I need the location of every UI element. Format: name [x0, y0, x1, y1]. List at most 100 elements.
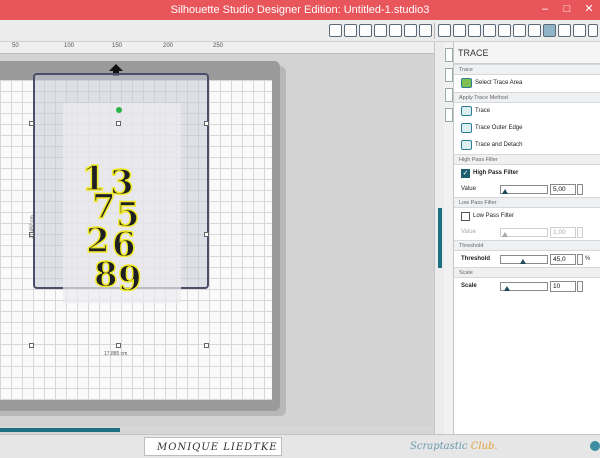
panel-side-tabs — [444, 42, 454, 434]
horizontal-scroll-thumb[interactable] — [0, 428, 120, 432]
signature-watermark: MONIQUE LIEDTKE — [144, 437, 282, 456]
offset-icon[interactable] — [468, 24, 481, 37]
low-pass-toggle-row: Low Pass Filter — [454, 208, 600, 224]
ruler-mark: 250 — [213, 43, 224, 49]
low-pass-label: Low Pass Filter — [473, 213, 515, 219]
maximize-button[interactable]: □ — [560, 2, 574, 16]
low-pass-value-label: Value — [461, 229, 476, 235]
shape-fill-icon[interactable] — [359, 24, 372, 37]
store-icon[interactable] — [404, 24, 417, 37]
resize-handle-right[interactable] — [204, 232, 209, 237]
send-icon[interactable] — [374, 24, 387, 37]
high-pass-value-row: Value 5,00 — [454, 181, 600, 197]
vertical-scrollbar[interactable] — [434, 42, 444, 434]
toolbar-separator — [434, 23, 435, 39]
window-title: Silhouette Studio Designer Edition: Unti… — [170, 4, 430, 16]
section-high-pass: High Pass Filter — [454, 154, 600, 165]
replicate-icon[interactable] — [453, 24, 466, 37]
scale-slider[interactable] — [500, 282, 548, 291]
page-setup-icon[interactable] — [329, 24, 342, 37]
resize-handle-top-right[interactable] — [204, 121, 209, 126]
scale-value-input[interactable]: 10 — [550, 281, 576, 292]
high-pass-checkbox[interactable]: ✓ — [461, 169, 470, 178]
brand-watermark: Scraptastic Club. — [410, 437, 510, 456]
page-width-label: 17,885 cm — [104, 351, 128, 357]
design-char: 8 — [93, 255, 118, 295]
ruler-mark: 50 — [12, 43, 19, 49]
high-pass-label: High Pass Filter — [473, 170, 519, 176]
trace-and-detach-label: Trace and Detach — [475, 142, 523, 148]
select-area-icon — [461, 78, 472, 88]
threshold-slider[interactable] — [500, 255, 548, 264]
low-pass-value-input[interactable]: 1,00 — [550, 227, 576, 238]
trace-icon[interactable] — [543, 24, 556, 37]
brand-accent: Club. — [470, 441, 498, 452]
resize-handle-bottom[interactable] — [116, 343, 121, 348]
fullscreen-icon[interactable] — [573, 24, 586, 37]
ruler-mark: 100 — [64, 43, 75, 49]
trace-label: Trace — [475, 108, 491, 114]
library-icon[interactable] — [389, 24, 402, 37]
design-char: 2 — [85, 221, 110, 261]
ruler-mark: 200 — [163, 43, 174, 49]
high-pass-slider[interactable] — [500, 185, 548, 194]
resize-handle-bottom-right[interactable] — [204, 343, 209, 348]
footer-bar: MONIQUE LIEDTKE Scraptastic Club. — [0, 434, 600, 458]
low-pass-value-row: Value 1,00 — [454, 224, 600, 240]
horizontal-scrollbar[interactable] — [0, 426, 434, 434]
warp-icon[interactable] — [483, 24, 496, 37]
threshold-row: Threshold 45,0 % — [454, 251, 600, 267]
feed-direction-arrow-icon — [109, 64, 123, 71]
trace-outer-edge-icon — [461, 123, 472, 133]
high-pass-toggle-row: ✓ High Pass Filter — [454, 165, 600, 181]
low-pass-slider[interactable] — [500, 228, 548, 237]
section-low-pass: Low Pass Filter — [454, 197, 600, 208]
modify-icon[interactable] — [498, 24, 511, 37]
threshold-unit: % — [585, 256, 591, 262]
threshold-slider-knob[interactable] — [520, 259, 526, 264]
toolbar — [0, 20, 600, 42]
close-button[interactable]: ✕ — [582, 2, 596, 16]
traced-number-design[interactable]: 1 3 7 5 2 6 8 9 — [78, 161, 150, 302]
page-height-label: 21,492 cm — [29, 215, 36, 239]
side-tab[interactable] — [445, 88, 453, 102]
resize-handle-top-left[interactable] — [29, 121, 34, 126]
design-char: 9 — [117, 259, 142, 299]
scale-spinner[interactable] — [577, 281, 583, 292]
trace-outer-edge-button[interactable]: Trace Outer Edge — [454, 120, 600, 137]
threshold-spinner[interactable] — [577, 254, 583, 265]
trace-button[interactable]: Trace — [454, 103, 600, 120]
trace-and-detach-button[interactable]: Trace and Detach — [454, 137, 600, 154]
scale-slider-knob[interactable] — [504, 286, 510, 291]
gear-icon[interactable] — [590, 441, 600, 451]
low-pass-slider-knob[interactable] — [502, 232, 508, 237]
knife-icon[interactable] — [513, 24, 526, 37]
minimize-button[interactable]: – — [538, 2, 552, 16]
line-icon[interactable] — [419, 24, 432, 37]
text-icon[interactable] — [438, 24, 451, 37]
scale-row: Scale 10 — [454, 278, 600, 294]
eraser-icon[interactable] — [588, 24, 598, 37]
resize-handle-top[interactable] — [116, 121, 121, 126]
scale-label: Scale — [461, 283, 477, 289]
low-pass-spinner[interactable] — [577, 227, 583, 238]
resize-handle-bottom-left[interactable] — [29, 343, 34, 348]
cut-settings-icon[interactable] — [344, 24, 357, 37]
vertical-scroll-thumb[interactable] — [438, 208, 442, 268]
fill-icon[interactable] — [528, 24, 541, 37]
low-pass-checkbox[interactable] — [461, 212, 470, 221]
side-tab[interactable] — [445, 108, 453, 122]
threshold-value-input[interactable]: 45,0 — [550, 254, 576, 265]
trace-panel: TRACE Trace Select Trace Area Apply Trac… — [454, 42, 600, 434]
rotate-handle[interactable] — [116, 107, 122, 113]
high-pass-value-input[interactable]: 5,00 — [550, 184, 576, 195]
select-trace-area-button[interactable]: Select Trace Area — [454, 75, 600, 92]
ruler-mark: 150 — [112, 43, 123, 49]
side-tab[interactable] — [445, 68, 453, 82]
trace-method-icon — [461, 106, 472, 116]
side-tab[interactable] — [445, 48, 453, 62]
high-pass-slider-knob[interactable] — [502, 189, 508, 194]
section-scale: Scale — [454, 267, 600, 278]
pixscan-icon[interactable] — [558, 24, 571, 37]
high-pass-spinner[interactable] — [577, 184, 583, 195]
